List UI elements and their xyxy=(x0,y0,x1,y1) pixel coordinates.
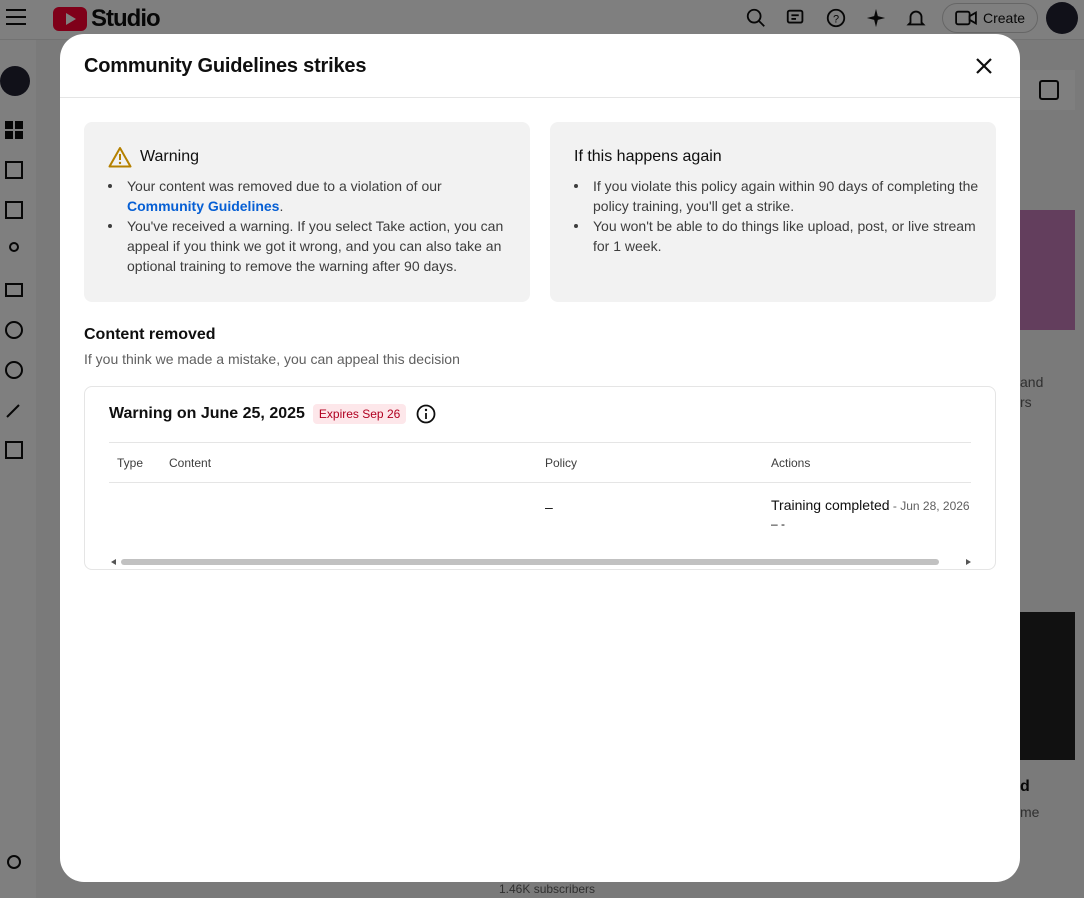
cell-actions: Training completed - Jun 28, 2026 xyxy=(771,497,970,513)
info-icon[interactable] xyxy=(416,404,436,424)
warning-item-1-text: Your content was removed due to a violat… xyxy=(127,178,442,194)
warning-list: Your content was removed due to a violat… xyxy=(106,176,516,276)
list-item: You won't be able to do things like uplo… xyxy=(572,216,982,256)
action-date: - Jun 28, 2026 xyxy=(889,499,970,513)
warning-heading: Warning xyxy=(140,148,199,165)
close-button[interactable] xyxy=(968,50,1000,82)
table-row: – Training completed - Jun 28, 2026 – - xyxy=(109,483,971,533)
list-item: You've received a warning. If you select… xyxy=(106,216,516,276)
if-again-item-1-text: If you violate this policy again within … xyxy=(593,178,979,214)
if-again-card: If this happens again If you violate thi… xyxy=(550,122,996,302)
close-icon xyxy=(976,58,992,74)
community-guidelines-link[interactable]: Community Guidelines xyxy=(127,198,279,214)
cell-policy: – xyxy=(545,499,553,515)
column-actions: Actions xyxy=(771,456,811,470)
warning-card: Warning Your content was removed due to … xyxy=(84,122,530,302)
strike-table: Type Content Policy Actions – Training c… xyxy=(109,442,971,533)
horizontal-scrollbar[interactable] xyxy=(109,557,971,567)
column-policy: Policy xyxy=(545,456,578,470)
action-sub: – - xyxy=(771,517,786,527)
strike-panel: Warning on June 25, 2025 Expires Sep 26 … xyxy=(84,386,996,570)
table-header: Type Content Policy Actions xyxy=(109,442,971,483)
scroll-right-icon[interactable] xyxy=(966,559,971,565)
action-label: Training completed xyxy=(771,497,890,513)
warning-item-2-text: You've received a warning. If you select… xyxy=(127,218,504,274)
if-again-heading: If this happens again xyxy=(574,148,722,165)
if-again-item-2-text: You won't be able to do things like uplo… xyxy=(593,218,976,254)
if-again-list: If you violate this policy again within … xyxy=(572,176,982,256)
column-type: Type xyxy=(117,456,144,470)
dialog-title: Community Guidelines strikes xyxy=(84,55,367,77)
warning-item-1-suffix: . xyxy=(279,198,284,214)
list-item: Your content was removed due to a violat… xyxy=(106,176,516,216)
section-title: Content removed xyxy=(84,326,216,343)
expiry-badge: Expires Sep 26 xyxy=(312,404,407,424)
warning-icon xyxy=(108,147,132,168)
strike-title: Warning on June 25, 2025 xyxy=(109,405,305,422)
scroll-thumb[interactable] xyxy=(121,559,939,565)
dialog-header: Community Guidelines strikes xyxy=(60,34,1020,98)
scroll-left-icon[interactable] xyxy=(111,559,116,565)
section-subtitle: If you think we made a mistake, you can … xyxy=(84,351,460,367)
strikes-dialog: Community Guidelines strikes Warning You… xyxy=(60,34,1020,882)
list-item: If you violate this policy again within … xyxy=(572,176,982,216)
column-content: Content xyxy=(169,456,212,470)
